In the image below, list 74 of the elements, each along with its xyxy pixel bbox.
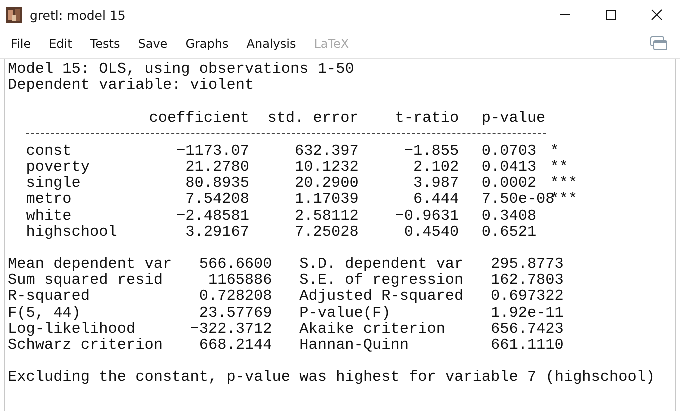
stat-value: 23.57769 (198, 304, 272, 321)
stat-value: 295.8773 (490, 256, 564, 272)
stat-value: 0.697322 (490, 288, 564, 305)
stat-label: F(5, 44) (8, 304, 82, 321)
stat-value: 668.2144 (198, 337, 272, 354)
stat-value: 1.92e-11 (490, 304, 564, 321)
output-line: Excluding the constant, p-value was highest for variable 7 (highschool) (8, 369, 656, 386)
stat-value: 566.6600 (198, 256, 272, 272)
table-cell-text: 0.0703 (480, 142, 538, 159)
table-cell-text: −1173.07 (176, 142, 250, 159)
stat-value: 656.7423 (490, 320, 564, 338)
significance-stars: * (550, 142, 560, 159)
table-cell-text: 7.54208 (184, 191, 250, 208)
maximize-icon (605, 9, 617, 21)
menu-item[interactable]: Save (138, 37, 168, 51)
stat-label: R-squared (8, 288, 90, 305)
table-cell-text: −2.48581 (176, 208, 250, 224)
table-cell-text: 3.987 (412, 175, 460, 192)
app-icon (6, 7, 22, 23)
close-icon (651, 9, 663, 21)
variable-name: white (26, 208, 73, 224)
column-header: coefficient (148, 110, 250, 126)
table-cell-text: 2.58112 (294, 208, 359, 224)
variable-name: single (26, 175, 81, 192)
column-header: p-value (480, 110, 547, 126)
variable-name: highschool (26, 224, 118, 240)
stat-label: Schwarz criterion (8, 337, 164, 354)
column-header: std. error (266, 110, 359, 126)
stat-label: Akaike criterion (298, 320, 446, 338)
table-cell-text: −1.855 (403, 142, 460, 159)
table-cell-text: 0.3408 (480, 208, 538, 224)
menu-item[interactable]: Edit (49, 37, 72, 51)
stat-label: S.E. of regression (298, 272, 465, 288)
significance-stars: *** (550, 175, 579, 192)
variable-name: const (26, 142, 73, 159)
stat-label: Adjusted R-squared (298, 288, 465, 305)
table-cell-text: 6.444 (412, 191, 460, 208)
table-cell-text: 20.2900 (294, 175, 359, 192)
stat-value: 162.7803 (490, 272, 564, 288)
variable-name: metro (26, 191, 72, 208)
stat-label: Mean dependent var (8, 256, 174, 272)
stat-label: P-value(F) (298, 304, 392, 321)
table-cell-text: 21.2780 (184, 158, 250, 176)
output-line: Model 15: OLS, using observations 1-50 (8, 61, 354, 78)
table-cell-text: 80.8935 (184, 175, 250, 192)
stat-value: 661.1110 (490, 337, 564, 354)
menu-item[interactable]: Graphs (186, 37, 229, 51)
table-cell-text: 7.25028 (294, 224, 359, 240)
table-cell-text: 1.17039 (294, 191, 359, 208)
stat-label: Sum squared resid (8, 272, 164, 288)
output-line: Dependent variable: violent (8, 77, 254, 94)
significance-stars: ** (550, 158, 570, 176)
windows-icon[interactable] (650, 36, 668, 52)
variable-name: poverty (26, 158, 92, 176)
stat-value: −322.3712 (189, 320, 272, 338)
window-title: gretl: model 15 (30, 8, 126, 22)
menu-item[interactable]: File (11, 37, 32, 51)
stat-value: 1165886 (207, 272, 272, 288)
menu-item[interactable]: Tests (90, 37, 120, 51)
column-header: t-ratio (394, 110, 460, 126)
table-cell-text: 3.29167 (184, 224, 250, 240)
table-cell-text: 0.0002 (480, 175, 538, 192)
stat-label: Hannan-Quinn (298, 337, 410, 354)
stat-label: S.D. dependent var (298, 256, 465, 272)
table-cell-text: 2.102 (412, 158, 460, 176)
table-cell-text: −0.9631 (394, 208, 460, 224)
stat-value: 0.728208 (198, 288, 272, 305)
table-cell-text: 0.0413 (480, 158, 538, 176)
table-cell-text: 10.1232 (294, 158, 359, 176)
table-cell-text: 0.6521 (480, 224, 538, 240)
table-cell-text: 0.4540 (403, 224, 460, 240)
table-cell-text: 632.397 (294, 142, 359, 159)
menu-item[interactable]: Analysis (246, 37, 296, 51)
stat-label: Log-likelihood (8, 320, 137, 338)
